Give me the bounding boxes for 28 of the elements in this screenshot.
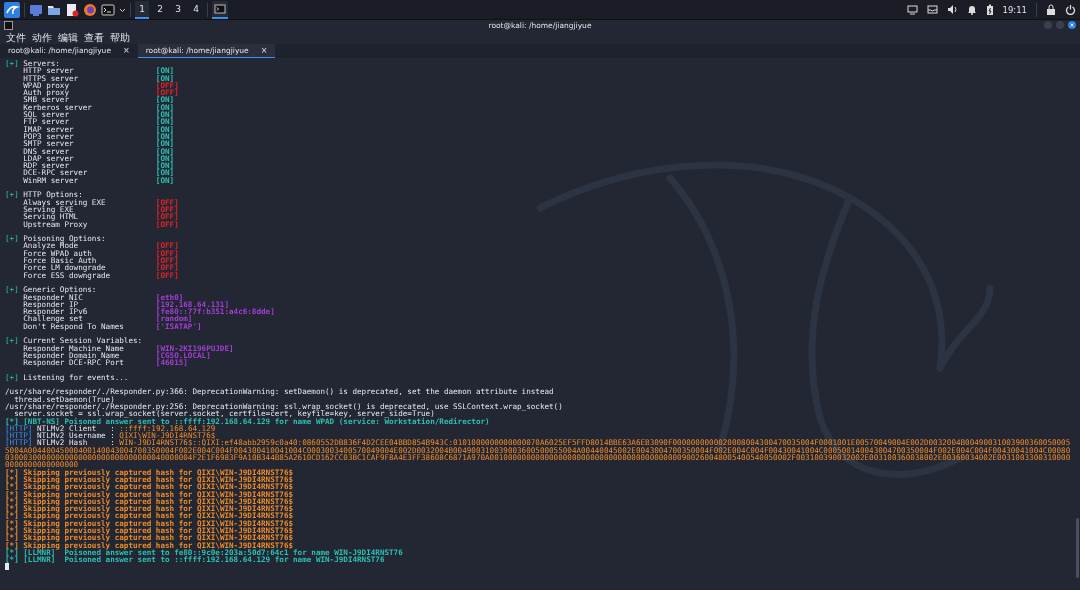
tab-close-button[interactable]: × xyxy=(260,46,268,55)
tab-close-button[interactable]: × xyxy=(123,46,130,55)
document-icon[interactable] xyxy=(65,2,79,17)
menu-item[interactable]: 文件 xyxy=(6,30,26,45)
bell-icon[interactable] xyxy=(966,4,977,15)
desktop-icon[interactable] xyxy=(29,2,43,17)
inbox-icon[interactable] xyxy=(926,4,938,15)
workspace-button[interactable]: 4 xyxy=(189,0,203,19)
menu-item[interactable]: 编辑 xyxy=(58,30,78,45)
workspace-button[interactable]: 3 xyxy=(171,0,185,19)
terminal-icon[interactable] xyxy=(101,2,115,17)
battery-icon[interactable] xyxy=(985,3,994,16)
text-cursor xyxy=(5,563,9,571)
menu-item[interactable]: 帮助 xyxy=(110,30,130,45)
taskbar-window-button[interactable] xyxy=(212,0,228,19)
menu-item[interactable]: 动作 xyxy=(32,30,52,45)
clock[interactable]: 19:11 xyxy=(1002,4,1027,15)
terminal-icon xyxy=(214,2,226,15)
workspace-button[interactable]: 2 xyxy=(153,0,167,19)
menu-item[interactable]: 查看 xyxy=(84,30,104,45)
volume-icon[interactable] xyxy=(946,4,958,15)
app-menu-icon[interactable] xyxy=(4,1,20,18)
power-icon[interactable] xyxy=(1065,4,1076,15)
display-icon[interactable] xyxy=(906,4,918,15)
workspace-button[interactable]: 1 xyxy=(135,0,149,19)
browser-icon[interactable] xyxy=(83,2,97,17)
lock-icon[interactable] xyxy=(1046,4,1056,15)
close-button[interactable] xyxy=(1068,21,1076,29)
